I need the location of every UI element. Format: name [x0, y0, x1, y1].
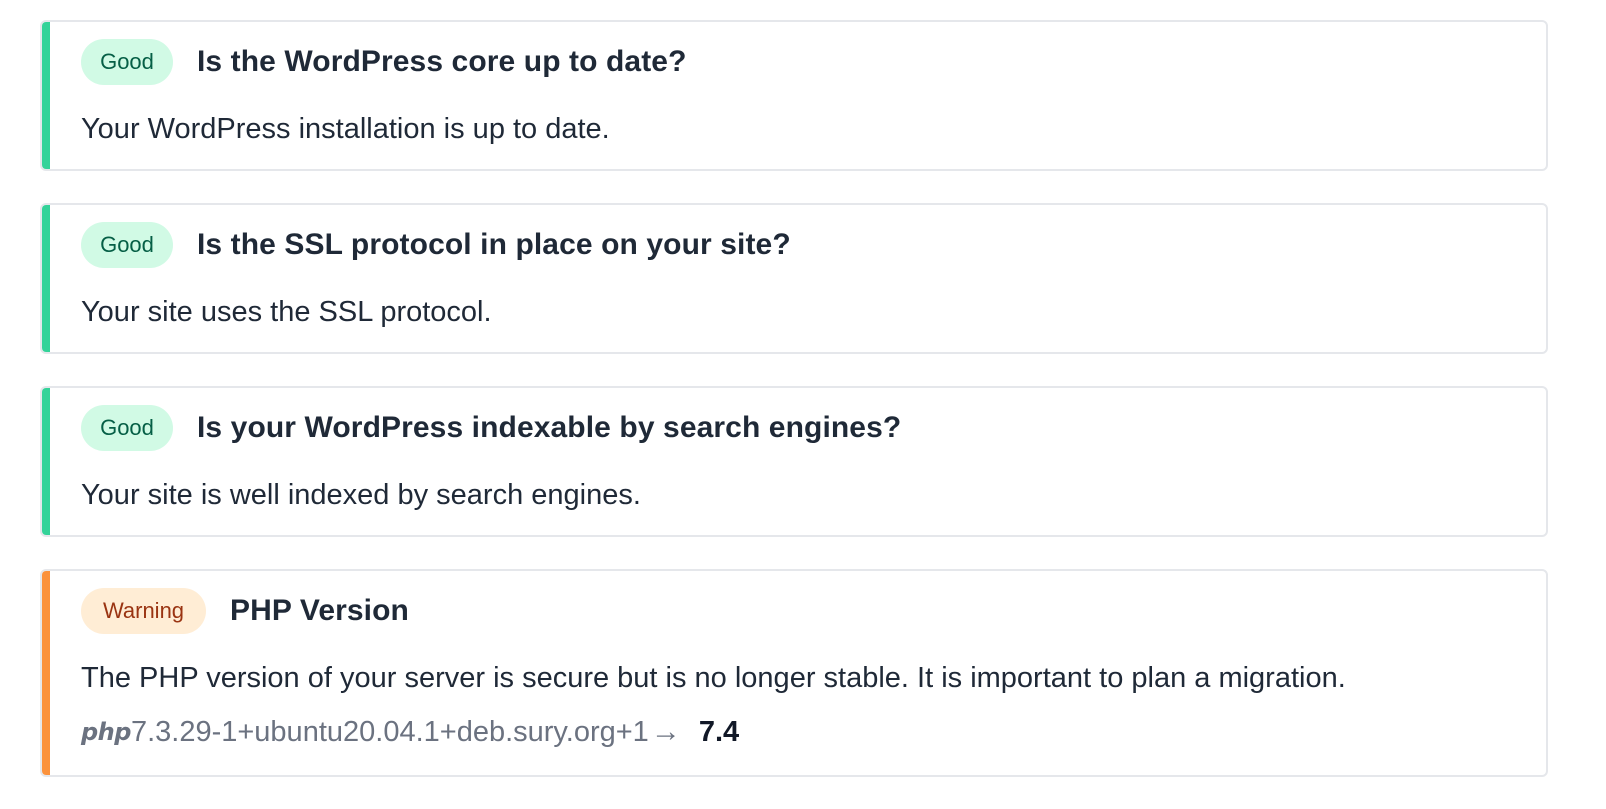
check-title: Is the SSL protocol in place on your sit… — [197, 228, 791, 261]
check-title: Is the WordPress core up to date? — [197, 45, 687, 78]
check-card-ssl: Good Is the SSL protocol in place on you… — [40, 203, 1548, 354]
check-card-indexable: Good Is your WordPress indexable by sear… — [40, 386, 1548, 537]
check-description: Your WordPress installation is up to dat… — [81, 113, 610, 145]
site-health-check-list: Good Is the WordPress core up to date? Y… — [40, 20, 1548, 809]
check-description: Your site uses the SSL protocol. — [81, 296, 492, 328]
status-accent-bar — [42, 205, 50, 352]
php-version-row: php 7.3.29-1+ubuntu20.04.1+deb.sury.org+… — [81, 703, 1522, 775]
status-accent-bar — [42, 388, 50, 535]
status-accent-bar — [42, 571, 50, 775]
php-target-version: 7.4 — [698, 715, 740, 748]
status-badge: Good — [81, 222, 173, 268]
check-description: Your site is well indexed by search engi… — [81, 479, 641, 511]
check-card-php-version: Warning PHP Version The PHP version of y… — [40, 569, 1548, 777]
php-logo-icon: php — [81, 718, 131, 746]
status-badge: Warning — [81, 588, 206, 634]
arrow-right-icon: → — [650, 715, 681, 748]
status-accent-bar — [42, 22, 50, 169]
status-badge: Good — [81, 405, 173, 451]
check-card-wordpress-core: Good Is the WordPress core up to date? Y… — [40, 20, 1548, 171]
status-badge: Good — [81, 39, 173, 85]
php-current-version: 7.3.29-1+ubuntu20.04.1+deb.sury.org+1 — [130, 715, 649, 748]
check-title: Is your WordPress indexable by search en… — [197, 411, 902, 444]
check-title: PHP Version — [230, 594, 409, 627]
check-description: The PHP version of your server is secure… — [81, 662, 1346, 694]
